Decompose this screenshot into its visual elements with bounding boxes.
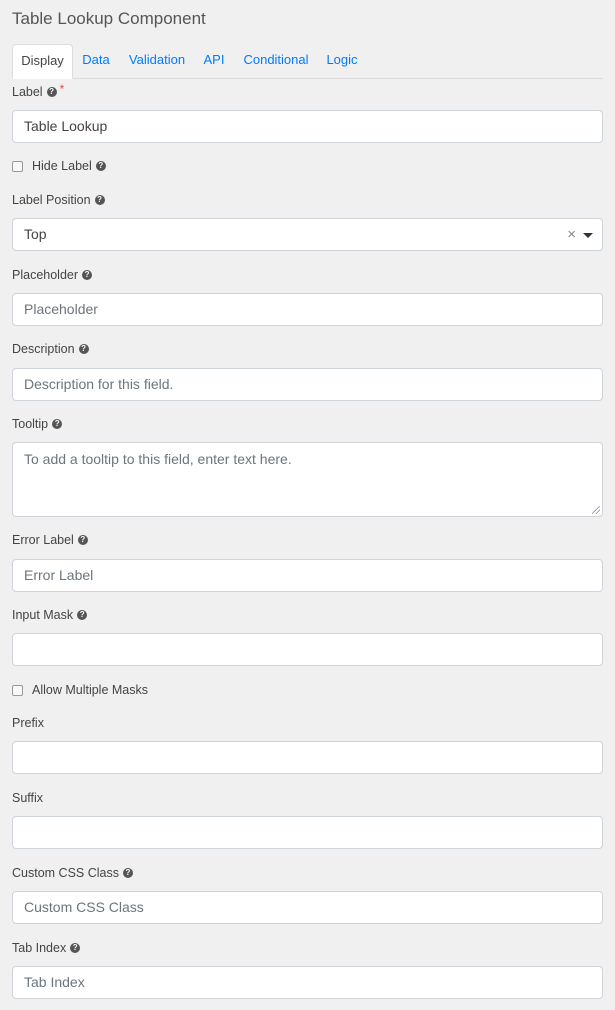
help-icon[interactable]: ? xyxy=(77,535,88,545)
suffix-label: Suffix xyxy=(12,791,43,805)
help-icon[interactable]: ? xyxy=(52,419,63,429)
label-position-select[interactable]: Top × xyxy=(12,218,603,251)
custom-css-class-text: Custom CSS Class xyxy=(12,866,119,880)
suffix-text: Suffix xyxy=(12,791,44,805)
tooltip-textarea[interactable]: To add a tooltip to this field, enter te… xyxy=(12,442,603,517)
description-label: Description ? xyxy=(12,342,89,356)
hide-label-row: Hide Label ? xyxy=(12,159,106,173)
input-mask-input[interactable] xyxy=(12,633,603,666)
help-icon[interactable]: ? xyxy=(82,270,93,280)
tab-index-label: Tab Index ? xyxy=(12,941,81,955)
error-label-text: Error Label xyxy=(12,533,74,547)
placeholder-input[interactable]: Placeholder xyxy=(12,293,603,326)
required-marker: * xyxy=(59,82,65,96)
help-icon[interactable]: ? xyxy=(122,868,133,878)
custom-css-class-input[interactable]: Custom CSS Class xyxy=(12,891,603,924)
tab-api[interactable]: API xyxy=(198,44,230,78)
page-title: Table Lookup Component xyxy=(12,9,206,28)
tab-index-text: Tab Index xyxy=(12,941,67,955)
resize-handle-icon[interactable] xyxy=(592,506,600,514)
error-label-input[interactable]: Error Label xyxy=(12,559,603,592)
allow-multiple-masks-row: Allow Multiple Masks xyxy=(12,683,148,697)
tab-index-input[interactable]: Tab Index xyxy=(12,966,603,999)
tab-display[interactable]: Display xyxy=(12,44,73,79)
prefix-text: Prefix xyxy=(12,716,44,730)
tab-bar: Display Data Validation API Conditional … xyxy=(12,44,603,79)
description-label-text: Description xyxy=(12,342,75,356)
help-icon[interactable]: ? xyxy=(78,344,89,354)
suffix-input[interactable] xyxy=(12,816,603,849)
tab-validation[interactable]: Validation xyxy=(124,44,190,78)
placeholder-label-text: Placeholder xyxy=(12,268,79,282)
tooltip-label: Tooltip ? xyxy=(12,417,63,431)
description-input[interactable]: Description for this field. xyxy=(12,368,603,401)
clear-icon[interactable]: × xyxy=(567,219,576,250)
chevron-down-icon[interactable] xyxy=(583,233,593,238)
help-icon[interactable]: ? xyxy=(46,87,57,97)
placeholder-label: Placeholder ? xyxy=(12,268,93,282)
allow-multiple-masks-checkbox[interactable] xyxy=(12,684,23,696)
prefix-label: Prefix xyxy=(12,716,44,730)
label-position-text: Label Position xyxy=(12,193,91,207)
custom-css-class-label: Custom CSS Class ? xyxy=(12,866,133,880)
label-position-label: Label Position ? xyxy=(12,193,105,207)
tooltip-label-text: Tooltip xyxy=(12,417,49,431)
label-field-label: Label ? * xyxy=(12,82,65,99)
input-mask-label: Input Mask ? xyxy=(12,608,88,622)
allow-multiple-masks-text: Allow Multiple Masks xyxy=(32,683,149,697)
help-icon[interactable]: ? xyxy=(70,943,81,953)
prefix-input[interactable] xyxy=(12,741,603,774)
tab-logic[interactable]: Logic xyxy=(322,44,362,78)
hide-label-checkbox[interactable] xyxy=(12,160,23,172)
help-icon[interactable]: ? xyxy=(95,161,106,171)
help-icon[interactable]: ? xyxy=(77,610,88,620)
input-mask-text: Input Mask xyxy=(12,608,74,622)
help-icon[interactable]: ? xyxy=(94,195,105,205)
error-label-label: Error Label ? xyxy=(12,533,88,547)
label-position-value: Top xyxy=(24,226,47,242)
label-input[interactable]: Table Lookup xyxy=(12,110,603,143)
tooltip-placeholder: To add a tooltip to this field, enter te… xyxy=(24,451,292,467)
tab-data[interactable]: Data xyxy=(76,44,116,78)
label-text: Label xyxy=(12,85,43,99)
tab-conditional[interactable]: Conditional xyxy=(238,44,314,78)
hide-label-text: Hide Label xyxy=(32,159,92,173)
